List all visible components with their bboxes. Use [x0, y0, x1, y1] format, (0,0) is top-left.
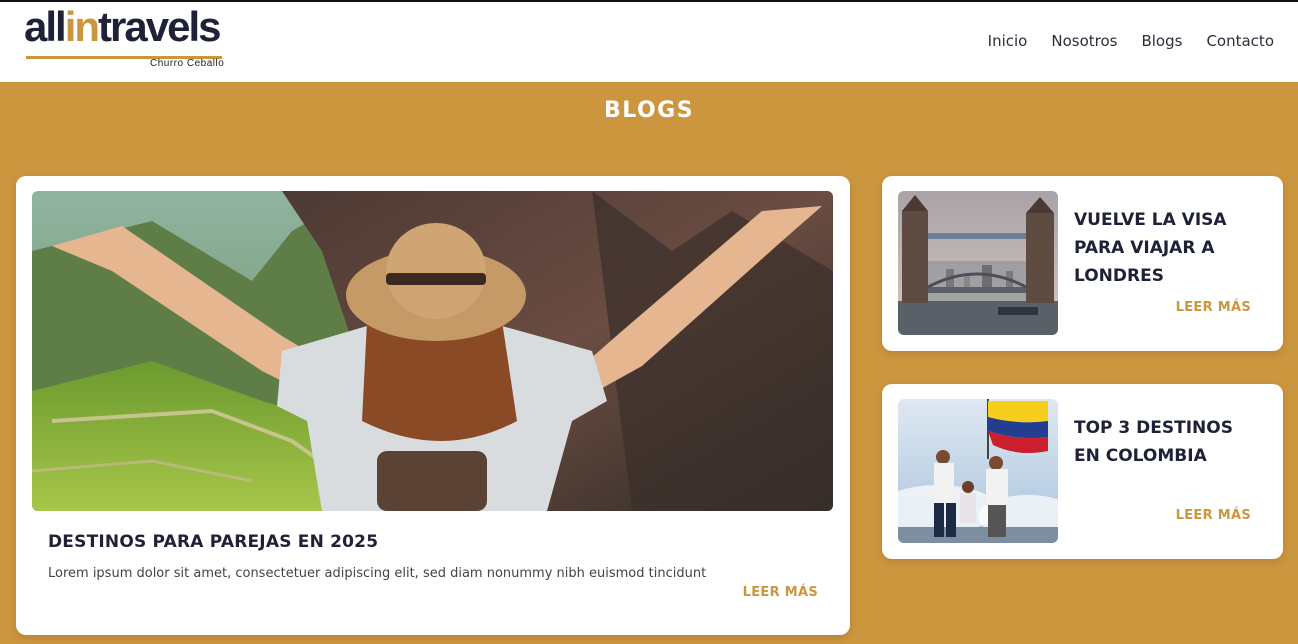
- side-post-image[interactable]: [898, 191, 1058, 335]
- nav-item-inicio[interactable]: Inicio: [988, 32, 1028, 50]
- nav-item-nosotros[interactable]: Nosotros: [1051, 32, 1117, 50]
- nav-item-contacto[interactable]: Contacto: [1206, 32, 1274, 50]
- main-nav: Inicio Nosotros Blogs Contacto: [988, 32, 1274, 50]
- side-post-image[interactable]: [898, 399, 1058, 543]
- nav-item-blogs[interactable]: Blogs: [1141, 32, 1182, 50]
- featured-post-title[interactable]: DESTINOS PARA PAREJAS EN 2025: [48, 532, 378, 552]
- side-post-title[interactable]: TOP 3 DESTINOS EN COLOMBIA: [1074, 414, 1264, 470]
- side-post-card[interactable]: TOP 3 DESTINOS EN COLOMBIA LEER MÁS: [882, 384, 1283, 559]
- featured-post-image[interactable]: [32, 191, 833, 511]
- side-read-more-link[interactable]: LEER MÁS: [1176, 300, 1251, 315]
- side-read-more-link[interactable]: LEER MÁS: [1176, 508, 1251, 523]
- section-title: BLOGS: [603, 98, 695, 123]
- side-post-title[interactable]: VUELVE LA VISA PARA VIAJAR A LONDRES: [1074, 206, 1264, 290]
- side-post-card[interactable]: VUELVE LA VISA PARA VIAJAR A LONDRES LEE…: [882, 176, 1283, 351]
- featured-read-more-link[interactable]: LEER MÁS: [743, 585, 818, 600]
- featured-post-card[interactable]: DESTINOS PARA PAREJAS EN 2025 Lorem ipsu…: [16, 176, 850, 635]
- logo-subtitle: Churro Ceballo: [150, 58, 225, 69]
- site-header: allintravels Churro Ceballo Inicio Nosot…: [0, 2, 1298, 82]
- brand-logo[interactable]: allintravels Churro Ceballo: [24, 6, 226, 72]
- featured-post-excerpt: Lorem ipsum dolor sit amet, consectetuer…: [48, 566, 708, 581]
- logo-wordmark: allintravels: [24, 3, 221, 50]
